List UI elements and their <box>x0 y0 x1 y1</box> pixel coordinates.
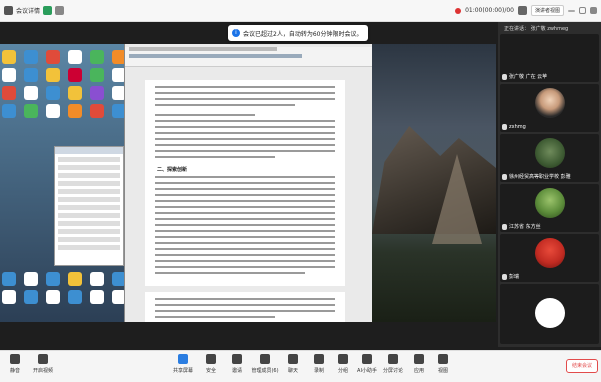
desktop-icons <box>2 50 126 118</box>
video-label: 开启视频 <box>32 368 53 374</box>
participants-panel: 正在讲话： 张广敬 zwhmeg 张广敬 广在 云苹 zxhmg 徐州经贸高等职… <box>498 22 601 347</box>
mic-icon <box>502 124 507 130</box>
signal-icon[interactable] <box>55 6 65 15</box>
close-icon[interactable] <box>590 7 597 14</box>
mic-icon <box>502 73 507 80</box>
breakout-label: 分组 <box>337 368 348 374</box>
desktop-wallpaper <box>372 44 496 322</box>
participant-name: 彭瑞 <box>509 274 520 280</box>
maximize-icon[interactable] <box>579 7 586 14</box>
video-button[interactable]: 开启视频 <box>28 354 58 374</box>
participants-button[interactable]: 管理成员(6) <box>250 354 280 374</box>
document-window: 二、探索创新 <box>124 44 372 322</box>
ai-assistant-label: AI小助手 <box>357 368 377 374</box>
share-screen-icon <box>178 354 188 364</box>
meeting-time: 01:00(00:00)/00 <box>465 7 514 14</box>
toast-text: 会议已超过2人，自动转为60分钟限时会议。 <box>243 30 363 38</box>
participant-tile[interactable]: zxhmg <box>500 84 599 132</box>
participant-tile[interactable]: 江苏省 东方丝 <box>500 184 599 232</box>
participant-tile[interactable]: 徐州经贸高等职业学校 彭雅 <box>500 134 599 182</box>
mute-button[interactable]: 静音 <box>0 354 30 374</box>
document-toolbar <box>125 47 372 67</box>
meeting-info-icon[interactable] <box>4 6 13 15</box>
invite-button[interactable]: 邀请 <box>222 354 252 374</box>
apps-label: 应用 <box>413 368 424 374</box>
shared-screen: 二、探索创新 <box>0 44 496 322</box>
mute-label: 静音 <box>9 368 20 374</box>
apps-icon <box>414 354 424 364</box>
record-icon <box>314 354 324 364</box>
mic-icon <box>502 223 507 230</box>
view-button[interactable]: 视图 <box>428 354 458 374</box>
time-limit-toast: i 会议已超过2人，自动转为60分钟限时会议。 <box>228 25 368 41</box>
shield-icon <box>206 354 216 364</box>
participant-name: 张广敬 广在 云苹 <box>509 74 548 80</box>
split-icon <box>388 354 398 364</box>
shield-icon[interactable] <box>43 6 53 15</box>
breakout-icon <box>338 354 348 364</box>
microphone-icon <box>10 354 20 364</box>
grid-icon[interactable] <box>517 6 527 15</box>
document-page-next <box>145 292 345 322</box>
security-label: 安全 <box>205 368 216 374</box>
split-label: 分屏讨论 <box>382 368 403 374</box>
desktop-left <box>0 44 126 322</box>
meeting-toolbar: 静音 开启视频 共享屏幕 安全 邀请 管理成员(6) 聊天 录制 分组 AI小助… <box>0 350 601 382</box>
meeting-label[interactable]: 会议详情 <box>16 6 40 15</box>
speaking-indicator: 正在讲话： 张广敬 zwhmeg <box>504 25 568 32</box>
minimize-icon[interactable] <box>568 9 575 12</box>
speaker-view-button[interactable]: 演讲者视图 <box>530 5 564 16</box>
participant-name: 江苏省 东方丝 <box>509 224 541 230</box>
avatar <box>535 88 565 118</box>
share-screen-button[interactable]: 共享屏幕 <box>168 354 198 374</box>
top-bar: 会议详情 01:00(00:00)/00 演讲者视图 <box>0 0 601 22</box>
speaking-name: 张广敬 zwhmeg <box>530 26 569 32</box>
avatar <box>535 238 565 268</box>
participant-tile[interactable] <box>500 284 599 344</box>
mic-icon <box>502 273 507 280</box>
mic-icon <box>502 173 507 180</box>
document-section-heading: 二、探索创新 <box>157 167 188 173</box>
participant-name: 徐州经贸高等职业学校 彭雅 <box>509 174 571 180</box>
document-page: 二、探索创新 <box>145 80 345 286</box>
share-label: 共享屏幕 <box>172 368 193 374</box>
record-dot-icon <box>455 7 462 14</box>
invite-label: 邀请 <box>231 368 242 374</box>
participants-label: 管理成员(6) <box>251 368 279 374</box>
view-label: 视图 <box>437 368 448 374</box>
avatar <box>535 298 565 328</box>
avatar <box>535 188 565 218</box>
participant-tile[interactable]: 彭瑞 <box>500 234 599 282</box>
speaking-label: 正在讲话： <box>504 26 530 32</box>
end-meeting-button[interactable]: 结束会议 <box>566 359 598 373</box>
participant-name: zxhmg <box>509 124 526 130</box>
camera-icon <box>38 354 48 364</box>
explorer-window <box>54 146 124 266</box>
desktop-icons-bottom <box>2 272 126 304</box>
participant-tile[interactable]: 张广敬 广在 云苹 <box>500 34 599 82</box>
invite-icon <box>232 354 242 364</box>
avatar <box>535 138 565 168</box>
record-label: 录制 <box>313 368 324 374</box>
chat-icon <box>288 354 298 364</box>
info-icon: i <box>232 29 240 37</box>
view-icon <box>438 354 448 364</box>
chat-label: 聊天 <box>287 368 298 374</box>
ai-assistant-icon <box>362 354 372 364</box>
participants-icon <box>260 354 270 364</box>
